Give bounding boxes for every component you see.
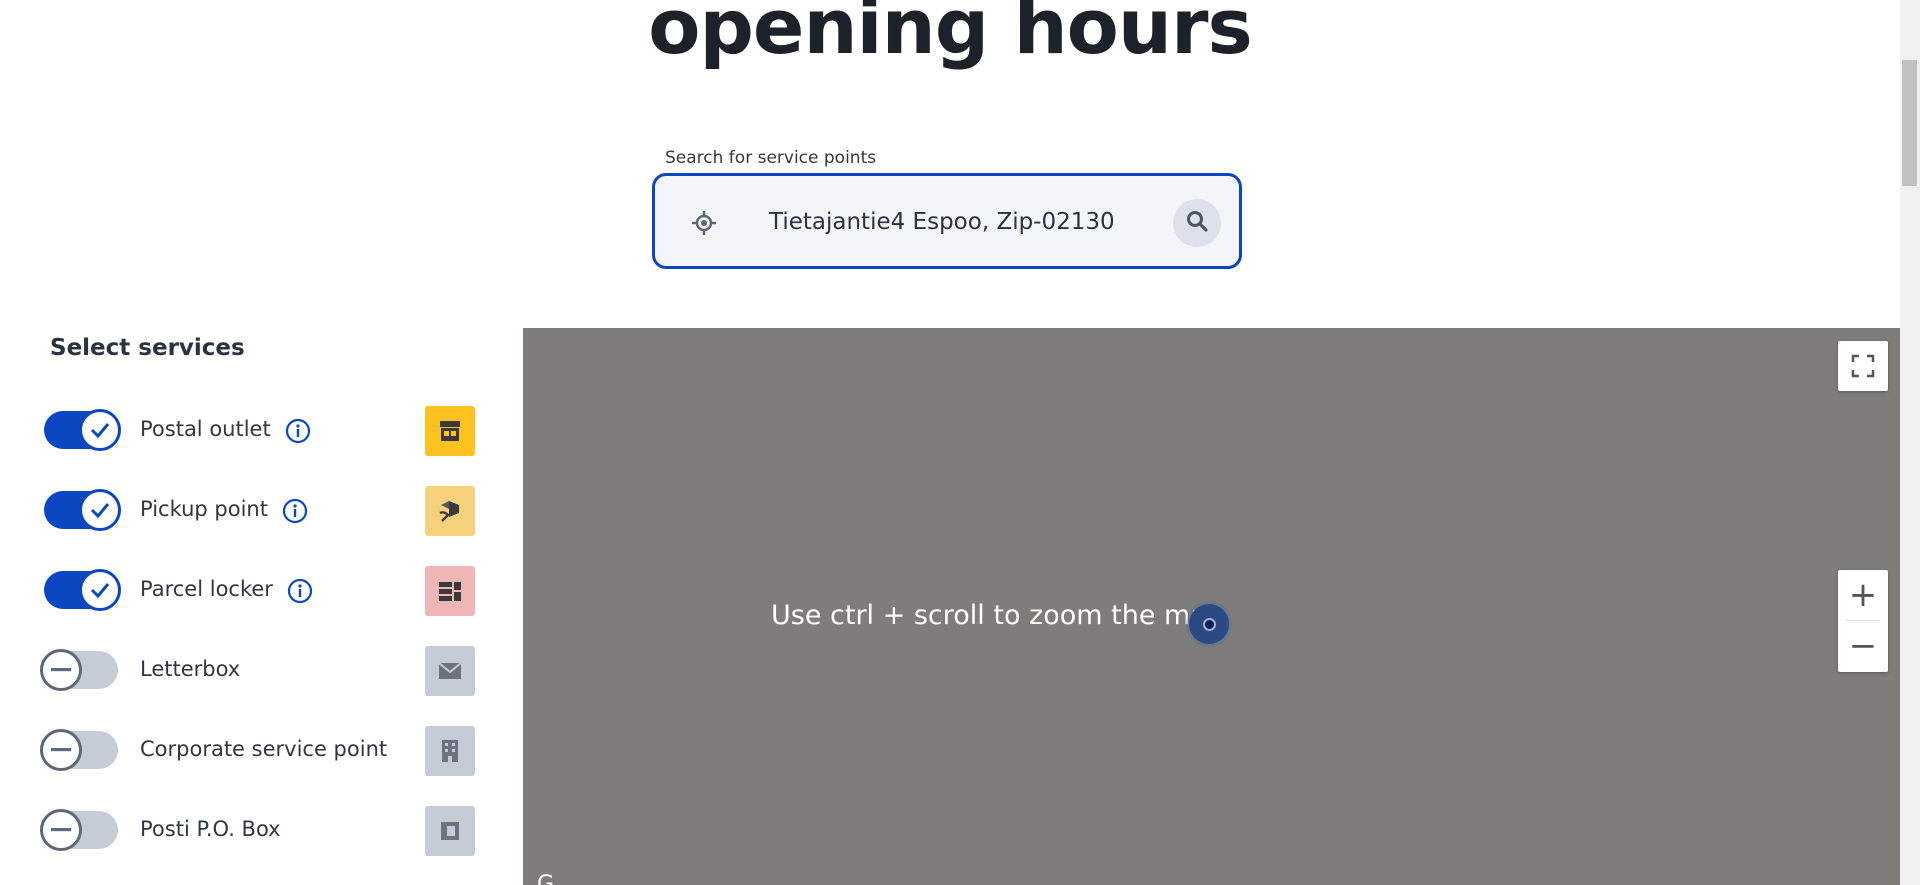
services-title: Select services (50, 335, 245, 361)
service-row-posti-po-box: Posti P.O. Box (40, 806, 480, 856)
minus-icon (51, 668, 71, 672)
current-location-marker[interactable] (1189, 604, 1229, 644)
map-attribution: G (537, 872, 555, 885)
search-label: Search for service points (665, 148, 877, 168)
map-zoom-hint: Use ctrl + scroll to zoom the map (771, 600, 1225, 631)
corporate-service-point-toggle[interactable] (40, 729, 118, 771)
info-icon[interactable] (287, 578, 313, 604)
service-row-corporate-service-point: Corporate service point (40, 726, 480, 776)
fullscreen-button[interactable] (1838, 341, 1888, 391)
posti-po-box-toggle[interactable] (40, 809, 118, 851)
service-label: Parcel locker (140, 577, 273, 601)
building-icon (425, 726, 475, 776)
page-scrollbar[interactable] (1900, 0, 1920, 885)
service-row-letterbox: Letterbox (40, 646, 480, 696)
check-icon (90, 583, 110, 598)
info-icon[interactable] (282, 498, 308, 524)
shop-icon (425, 406, 475, 456)
envelope-icon (425, 646, 475, 696)
search-icon (1186, 210, 1208, 237)
service-label: Posti P.O. Box (140, 817, 281, 841)
service-row-postal-outlet: Postal outlet (40, 406, 480, 456)
locate-icon[interactable] (691, 210, 717, 236)
zoom-out-button[interactable]: − (1838, 621, 1888, 671)
check-icon (90, 423, 110, 438)
pickup-point-toggle[interactable] (44, 489, 121, 531)
info-icon[interactable] (285, 418, 311, 444)
service-label: Corporate service point (140, 737, 388, 761)
check-icon (90, 503, 110, 518)
map[interactable]: Use ctrl + scroll to zoom the map + − G (523, 328, 1900, 885)
parcel-locker-toggle[interactable] (44, 569, 121, 611)
service-label: Pickup point (140, 497, 268, 521)
minus-icon (51, 828, 71, 832)
scrollbar-thumb[interactable] (1902, 60, 1917, 186)
service-row-parcel-locker: Parcel locker (40, 566, 480, 616)
search-box (652, 173, 1242, 269)
search-input[interactable] (767, 200, 1171, 244)
minus-icon (51, 748, 71, 752)
zoom-control: + − (1838, 570, 1888, 672)
letterbox-toggle[interactable] (40, 649, 118, 691)
parcel-handover-icon (425, 486, 475, 536)
search-button[interactable] (1173, 199, 1221, 247)
fullscreen-icon (1851, 354, 1875, 378)
locker-icon (425, 566, 475, 616)
service-label: Letterbox (140, 657, 241, 681)
zoom-in-button[interactable]: + (1838, 570, 1888, 620)
po-box-icon (425, 806, 475, 856)
postal-outlet-toggle[interactable] (44, 409, 121, 451)
service-label: Postal outlet (140, 417, 271, 441)
page-title: opening hours (648, 0, 1252, 71)
service-row-pickup-point: Pickup point (40, 486, 480, 536)
page: opening hours Search for service points … (0, 0, 1900, 885)
